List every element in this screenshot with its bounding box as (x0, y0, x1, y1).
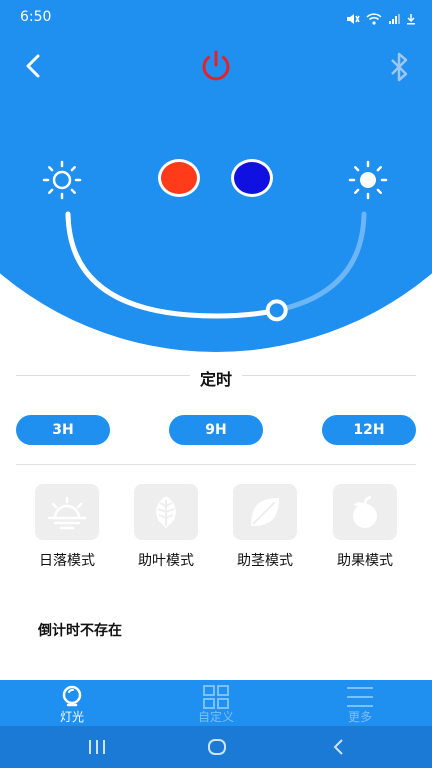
nav-custom-label: 自定义 (197, 710, 234, 724)
wifi-icon (366, 10, 382, 29)
countdown-status: 倒计时不存在 (38, 623, 122, 639)
home-icon (208, 739, 226, 755)
nav-custom[interactable]: 自定义 (166, 680, 266, 726)
blue-color-button[interactable] (231, 159, 273, 197)
download-icon (406, 10, 416, 29)
sun-high-icon (346, 158, 390, 202)
nav-lights-label: 灯光 (59, 710, 84, 724)
mode-leaf-assist-label: 助叶模式 (138, 553, 194, 569)
timer-3h-button[interactable]: 3H (16, 415, 110, 445)
grid-icon (203, 685, 229, 709)
system-nav-bar (0, 726, 432, 768)
power-icon (202, 50, 230, 81)
menu-icon (347, 687, 373, 707)
timer-title-wrap: 定时 (0, 366, 432, 390)
home-button[interactable] (202, 736, 232, 758)
mode-leaf-assist[interactable]: 助叶模式 (128, 484, 204, 570)
timer-12h-button[interactable]: 12H (322, 415, 416, 445)
red-color-button[interactable] (158, 159, 200, 197)
mode-stem-assist[interactable]: 助茎模式 (227, 484, 303, 570)
status-time: 6:50 (20, 9, 52, 25)
bluetooth-button[interactable] (384, 50, 414, 84)
timer-9h-button[interactable]: 9H (169, 415, 263, 445)
timer-title: 定时 (189, 370, 242, 389)
sunset-icon (35, 484, 99, 540)
mute-icon (346, 10, 360, 29)
mode-sunset-label: 日落模式 (39, 553, 95, 569)
brightness-fill (65, 211, 367, 319)
lightbulb-icon (62, 685, 82, 707)
leaf-pattern-icon (134, 484, 198, 540)
recents-button[interactable] (82, 736, 112, 758)
fruit-icon (333, 484, 397, 540)
mode-stem-assist-label: 助茎模式 (237, 553, 293, 569)
nav-lights[interactable]: 灯光 (22, 680, 122, 726)
back-button[interactable] (18, 50, 48, 82)
sun-low-icon (40, 158, 84, 202)
nav-more-label: 更多 (347, 710, 372, 724)
section-divider (16, 464, 416, 465)
leaf-icon (233, 484, 297, 540)
nav-more[interactable]: 更多 (310, 680, 410, 726)
recents-icon (89, 740, 105, 754)
system-back-button[interactable] (324, 736, 354, 758)
mode-fruit-assist[interactable]: 助果模式 (327, 484, 403, 570)
brightness-knob (265, 299, 288, 322)
mode-fruit-assist-label: 助果模式 (337, 553, 393, 569)
power-button[interactable] (196, 48, 236, 86)
bluetooth-icon (391, 52, 408, 82)
signal-icon (388, 10, 400, 29)
status-bar: 6:50 (0, 0, 432, 34)
brightness-track (65, 211, 367, 319)
back-icon (333, 739, 343, 755)
bottom-nav: 灯光 自定义 更多 (0, 680, 432, 726)
mode-sunset[interactable]: 日落模式 (29, 484, 105, 570)
status-icons (346, 10, 416, 29)
chevron-left-icon (26, 54, 40, 78)
